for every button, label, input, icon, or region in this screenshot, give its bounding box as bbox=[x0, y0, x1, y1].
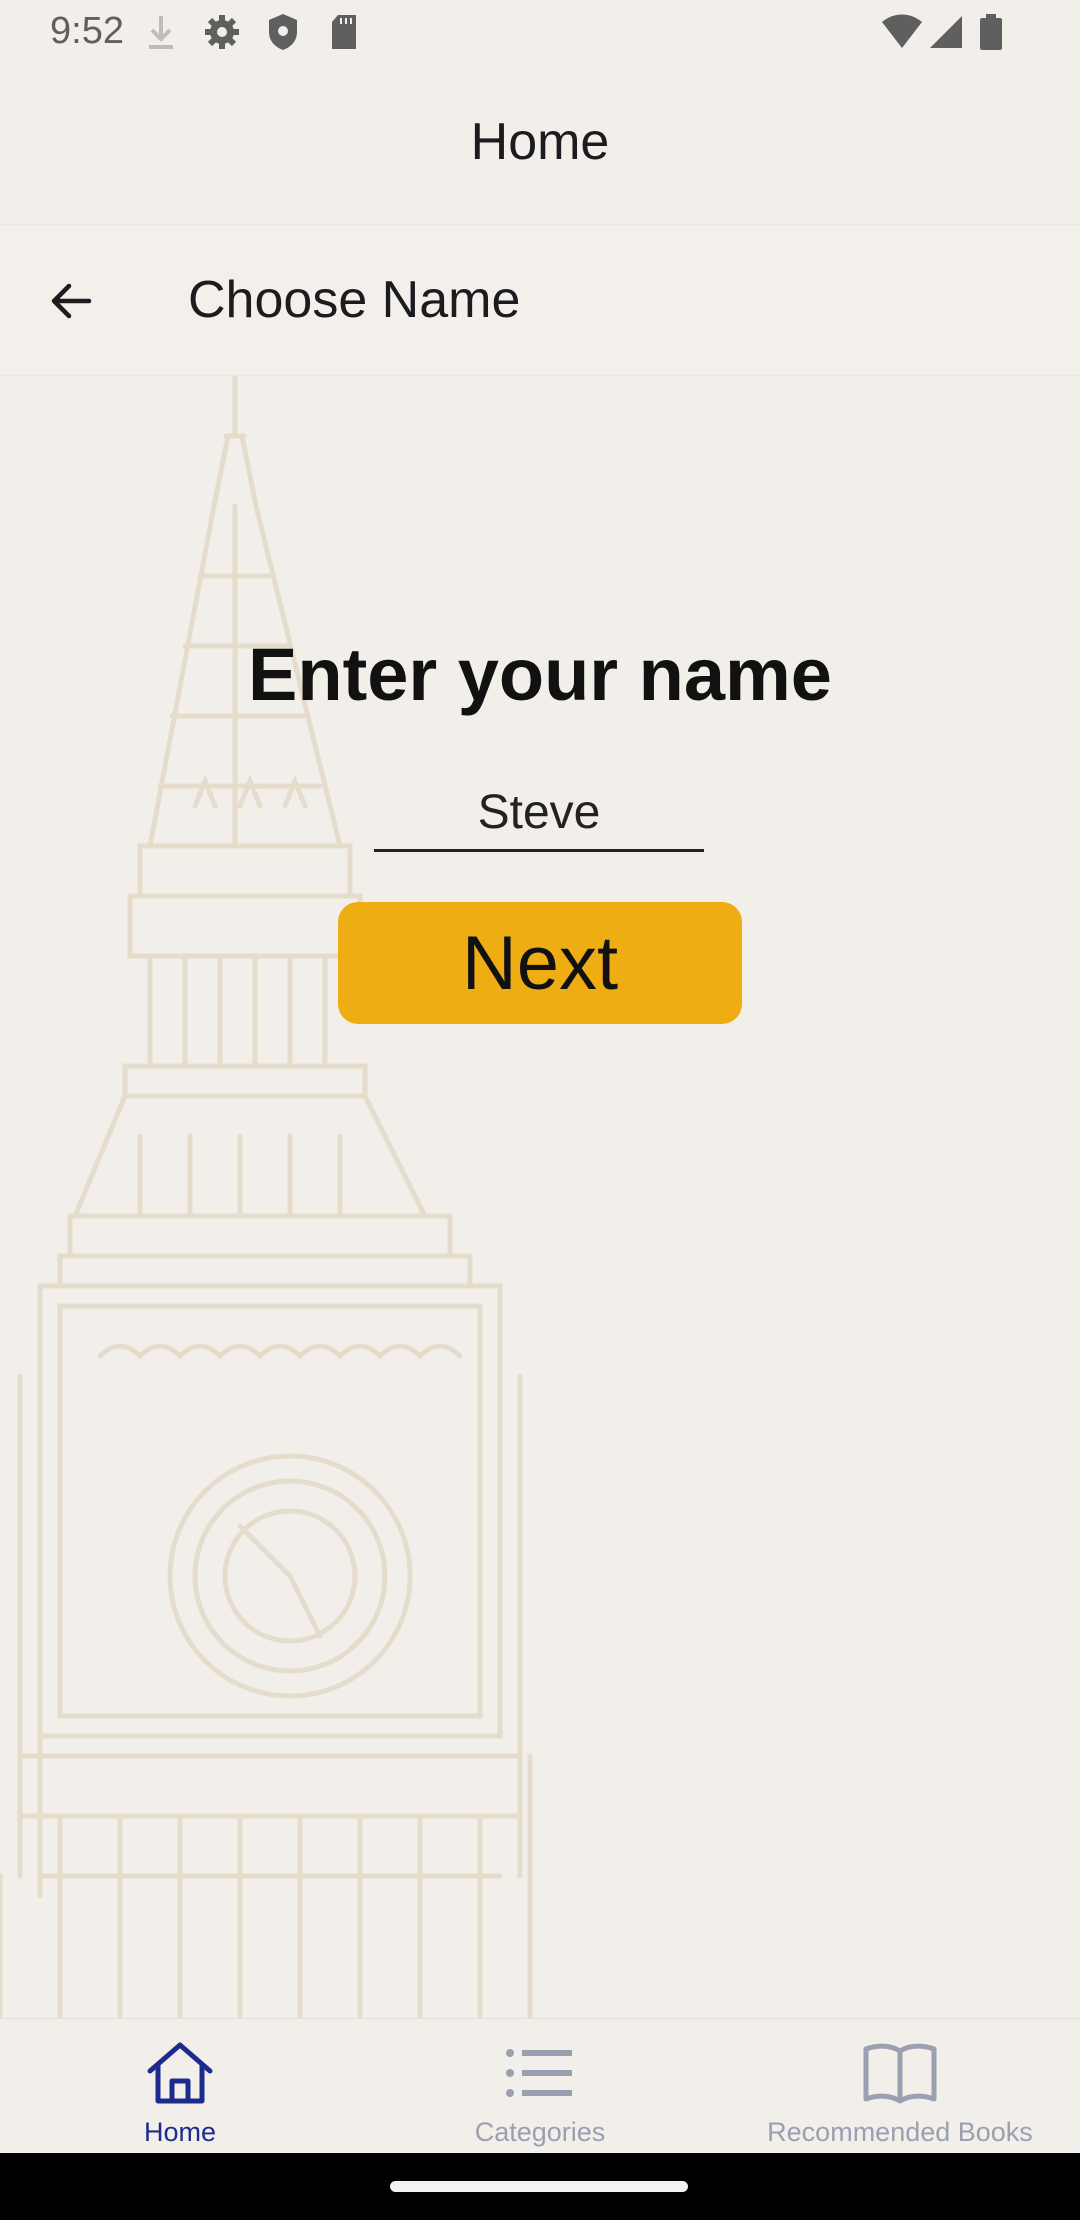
screen: 9:52 Home Choose Name Enter your name St… bbox=[0, 0, 1080, 2220]
list-icon bbox=[506, 2049, 572, 2097]
sd-card-icon bbox=[328, 12, 360, 57]
back-button[interactable] bbox=[26, 263, 116, 339]
battery-icon bbox=[978, 12, 1004, 57]
home-gesture-handle[interactable] bbox=[390, 2181, 688, 2192]
sub-title: Choose Name bbox=[188, 271, 521, 329]
clock-tower-background bbox=[0, 376, 533, 2018]
next-button[interactable]: Next bbox=[338, 902, 742, 1024]
status-bar: 9:52 bbox=[0, 0, 1080, 66]
shield-icon bbox=[266, 12, 300, 57]
name-input[interactable] bbox=[374, 776, 704, 852]
nav-item-recommended-books[interactable]: Recommended Books bbox=[720, 2019, 1080, 2153]
page-title: Home bbox=[470, 113, 610, 171]
home-icon bbox=[147, 2042, 213, 2104]
heading: Enter your name bbox=[248, 633, 832, 716]
download-icon bbox=[146, 12, 176, 57]
nav-item-categories[interactable]: Categories bbox=[360, 2019, 720, 2153]
nav-item-home[interactable]: Home bbox=[0, 2019, 360, 2153]
status-time: 9:52 bbox=[50, 10, 124, 52]
book-icon bbox=[863, 2043, 937, 2104]
nav-label-home: Home bbox=[143, 2117, 217, 2147]
sub-header: Choose Name bbox=[0, 224, 1080, 376]
gear-icon bbox=[202, 12, 242, 57]
signal-icon bbox=[928, 12, 966, 57]
top-app-bar: Home bbox=[0, 66, 1080, 224]
wifi-icon bbox=[880, 12, 924, 57]
nav-label-categories: Categories bbox=[474, 2117, 606, 2147]
content-area: Enter your name Next bbox=[0, 376, 1080, 2018]
arrow-back-icon bbox=[51, 283, 92, 319]
bottom-navigation: Home Categories Recommended Books bbox=[0, 2018, 1080, 2153]
system-nav-bar bbox=[0, 2153, 1080, 2220]
nav-label-recommended-books: Recommended Books bbox=[767, 2117, 1033, 2147]
